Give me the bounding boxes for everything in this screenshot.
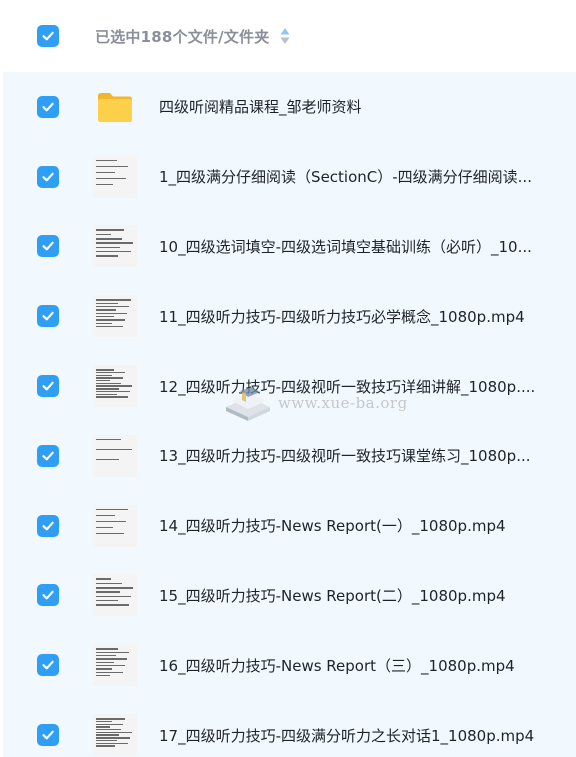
file-checkbox[interactable]: [37, 654, 59, 677]
video-thumbnail: [93, 434, 137, 478]
selection-count-title: 已选中188个文件/文件夹: [95, 27, 270, 46]
video-thumbnail: [93, 643, 137, 687]
selection-header: 已选中188个文件/文件夹: [0, 0, 576, 72]
file-list: 四级听阅精品课程_邹老师资料 1_四级满分仔细阅读（SectionC）-四级满分仔…: [3, 72, 576, 757]
file-row[interactable]: 15_四级听力技巧-News Report(二）_1080p.mp4: [3, 561, 576, 631]
file-checkbox[interactable]: [37, 165, 59, 188]
file-checkbox[interactable]: [37, 584, 59, 607]
file-row[interactable]: 14_四级听力技巧-News Report(一）_1080p.mp4: [3, 491, 576, 561]
file-row[interactable]: 13_四级听力技巧-四级视听一致技巧课堂练习_1080p...: [3, 421, 576, 491]
video-thumbnail: [93, 504, 137, 548]
file-name: 13_四级听力技巧-四级视听一致技巧课堂练习_1080p...: [159, 447, 531, 466]
check-icon: [42, 311, 54, 321]
file-checkbox[interactable]: [37, 724, 59, 747]
file-name: 1_四级满分仔细阅读（SectionC）-四级满分仔细阅读...: [159, 168, 532, 187]
file-name: 10_四级选词填空-四级选词填空基础训练（必听）_10...: [159, 237, 532, 256]
folder-icon: [93, 85, 137, 129]
file-row[interactable]: 1_四级满分仔细阅读（SectionC）-四级满分仔细阅读...: [3, 142, 576, 212]
file-checkbox[interactable]: [37, 375, 59, 398]
video-thumbnail: [93, 713, 137, 757]
file-name: 14_四级听力技巧-News Report(一）_1080p.mp4: [159, 517, 506, 536]
file-name: 17_四级听力技巧-四级满分听力之长对话1_1080p.mp4: [159, 726, 535, 745]
file-name: 16_四级听力技巧-News Report（三）_1080p.mp4: [159, 656, 515, 675]
video-thumbnail: [93, 364, 137, 408]
check-icon: [42, 451, 54, 461]
file-row[interactable]: 四级听阅精品课程_邹老师资料: [3, 72, 576, 142]
file-selection-screen: 已选中188个文件/文件夹 四级听阅精品课程_邹老师资料 1_四级满分仔细阅读（S…: [0, 0, 576, 757]
check-icon: [42, 31, 54, 41]
check-icon: [42, 730, 54, 740]
file-row[interactable]: 10_四级选词填空-四级选词填空基础训练（必听）_10...: [3, 212, 576, 282]
check-icon: [42, 172, 54, 182]
file-checkbox[interactable]: [37, 514, 59, 537]
select-all-checkbox[interactable]: [37, 25, 59, 47]
file-checkbox[interactable]: [37, 444, 59, 467]
file-name: 15_四级听力技巧-News Report(二）_1080p.mp4: [159, 586, 506, 605]
check-icon: [42, 660, 54, 670]
sort-toggle-icon[interactable]: [279, 27, 291, 45]
video-thumbnail: [93, 224, 137, 268]
file-name: 12_四级听力技巧-四级视听一致技巧详细讲解_1080p....: [159, 377, 536, 396]
file-row[interactable]: 16_四级听力技巧-News Report（三）_1080p.mp4: [3, 630, 576, 700]
file-name: 四级听阅精品课程_邹老师资料: [159, 98, 362, 117]
file-checkbox[interactable]: [37, 235, 59, 258]
file-name: 11_四级听力技巧-四级听力技巧必学概念_1080p.mp4: [159, 307, 525, 326]
file-row[interactable]: 12_四级听力技巧-四级视听一致技巧详细讲解_1080p....: [3, 351, 576, 421]
file-checkbox[interactable]: [37, 305, 59, 328]
check-icon: [42, 102, 54, 112]
file-row[interactable]: 11_四级听力技巧-四级听力技巧必学概念_1080p.mp4: [3, 281, 576, 351]
check-icon: [42, 521, 54, 531]
file-checkbox[interactable]: [37, 95, 59, 118]
check-icon: [42, 591, 54, 600]
file-row[interactable]: 17_四级听力技巧-四级满分听力之长对话1_1080p.mp4: [3, 700, 576, 757]
check-icon: [42, 381, 54, 391]
video-thumbnail: [93, 573, 137, 617]
check-icon: [42, 242, 54, 251]
video-thumbnail: [93, 294, 137, 338]
video-thumbnail: [93, 155, 137, 199]
